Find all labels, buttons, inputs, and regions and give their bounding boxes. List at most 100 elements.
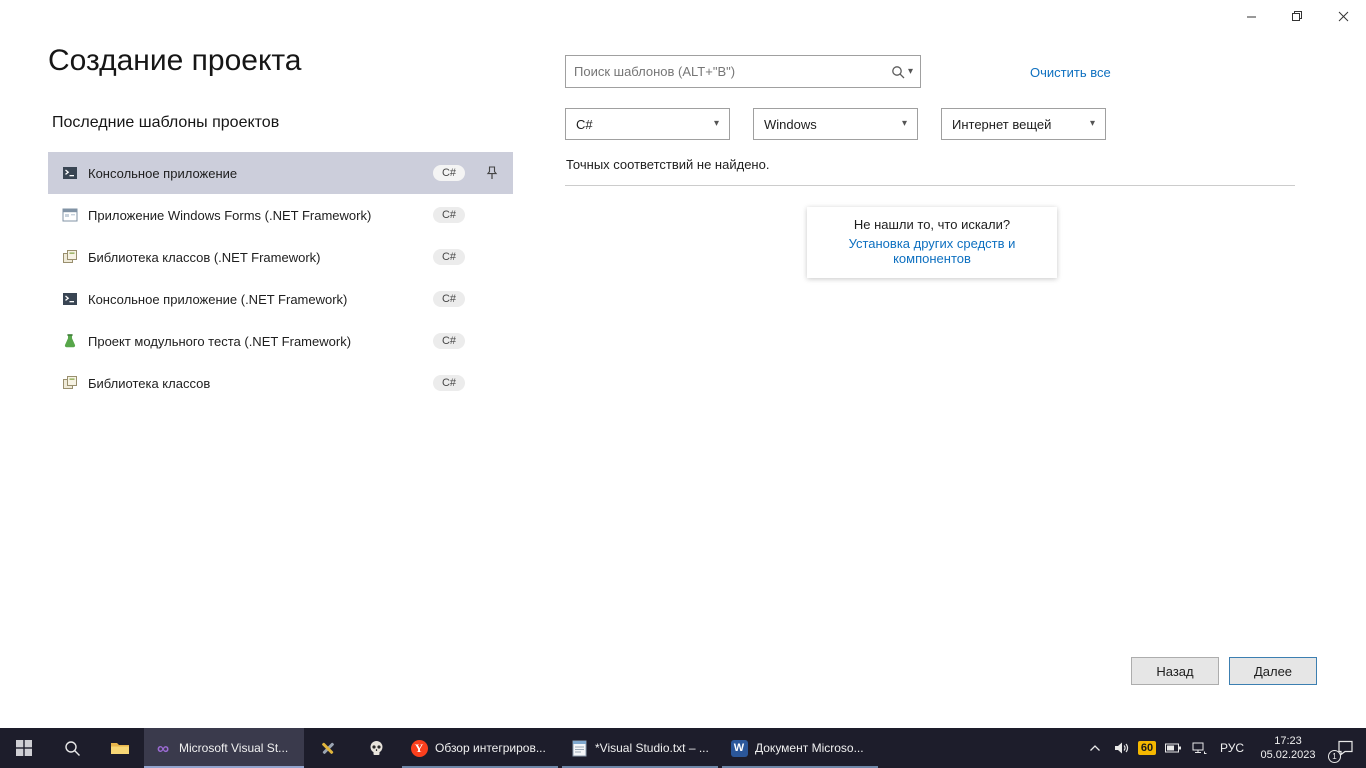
close-icon [1338, 11, 1349, 22]
skull-app-button[interactable] [352, 728, 400, 768]
project-type-filter-value: Интернет вещей [952, 117, 1051, 132]
restore-button[interactable] [1274, 0, 1320, 32]
no-match-message: Точных соответствий не найдено. [566, 157, 769, 172]
template-label: Консольное приложение (.NET Framework) [88, 292, 347, 307]
clear-all-link[interactable]: Очистить все [1030, 65, 1111, 80]
clock-date: 05.02.2023 [1252, 748, 1324, 762]
chevron-down-icon: ▾ [714, 119, 719, 129]
language-filter-value: C# [576, 117, 593, 132]
taskbar-app-label: *Visual Studio.txt – ... [595, 741, 710, 755]
tools-app-button[interactable] [304, 728, 352, 768]
yandex-browser-icon: Y [410, 739, 428, 757]
battery-icon [1165, 743, 1181, 753]
language-filter-dropdown[interactable]: C# ▾ [565, 108, 730, 140]
network-icon [1192, 742, 1207, 755]
console-app-icon [62, 291, 78, 307]
template-list: Консольное приложение C# Приложение Wind… [48, 152, 513, 404]
template-label: Библиотека классов [88, 376, 210, 391]
windows-logo-icon [16, 740, 32, 756]
platform-filter-value: Windows [764, 117, 817, 132]
language-badge: C# [433, 291, 465, 307]
battery-button[interactable] [1160, 728, 1186, 768]
template-search-box[interactable]: ▾ [565, 55, 921, 88]
battery-percent-value: 60 [1138, 741, 1156, 755]
window-controls [1228, 0, 1366, 32]
taskbar-search-button[interactable] [48, 728, 96, 768]
taskbar-app-word[interactable]: W Документ Microso... [720, 728, 880, 768]
network-button[interactable] [1186, 728, 1212, 768]
folder-icon [110, 740, 130, 756]
class-library-icon [62, 249, 78, 265]
notification-badge: 1 [1328, 750, 1341, 763]
next-button[interactable]: Далее [1229, 657, 1317, 685]
unit-test-icon [62, 333, 78, 349]
recent-templates-pane: Последние шаблоны проектов Консольное пр… [48, 114, 513, 404]
project-type-filter-dropdown[interactable]: Интернет вещей ▾ [941, 108, 1106, 140]
template-row-winforms-app[interactable]: Приложение Windows Forms (.NET Framework… [48, 194, 513, 236]
system-tray: 60 РУС 17:23 05.02.2023 1 [1082, 728, 1366, 768]
platform-filter-dropdown[interactable]: Windows ▾ [753, 108, 918, 140]
language-badge: C# [433, 165, 465, 181]
results-divider [565, 185, 1295, 186]
search-icon [64, 740, 81, 757]
language-badge: C# [433, 333, 465, 349]
template-row-class-library[interactable]: Библиотека классов C# [48, 362, 513, 404]
template-label: Проект модульного теста (.NET Framework) [88, 334, 351, 349]
chevron-down-icon: ▾ [1090, 119, 1095, 129]
battery-percent-badge[interactable]: 60 [1134, 728, 1160, 768]
install-tools-link[interactable]: Установка других средств и компонентов [815, 236, 1049, 266]
taskbar-app-yandex-browser[interactable]: Y Обзор интегриров... [400, 728, 560, 768]
template-label: Консольное приложение [88, 166, 237, 181]
template-row-unit-test-netfw[interactable]: Проект модульного теста (.NET Framework)… [48, 320, 513, 362]
console-app-icon [62, 165, 78, 181]
language-badge: C# [433, 207, 465, 223]
template-label: Библиотека классов (.NET Framework) [88, 250, 321, 265]
taskbar-app-label: Microsoft Visual St... [179, 741, 294, 755]
tools-icon [319, 739, 337, 757]
screen: Создание проекта Последние шаблоны проек… [0, 0, 1366, 768]
taskbar-app-notepad[interactable]: *Visual Studio.txt – ... [560, 728, 720, 768]
language-indicator[interactable]: РУС [1212, 741, 1252, 755]
restore-icon [1291, 10, 1303, 22]
template-row-class-library-netfw[interactable]: Библиотека классов (.NET Framework) C# [48, 236, 513, 278]
action-center-button[interactable]: 1 [1324, 728, 1366, 768]
notepad-icon [570, 739, 588, 757]
language-badge: C# [433, 249, 465, 265]
tray-overflow-button[interactable] [1082, 728, 1108, 768]
minimize-button[interactable] [1228, 0, 1274, 32]
speaker-icon [1114, 741, 1129, 755]
start-button[interactable] [0, 728, 48, 768]
back-button[interactable]: Назад [1131, 657, 1219, 685]
clock-time: 17:23 [1252, 734, 1324, 748]
template-label: Приложение Windows Forms (.NET Framework… [88, 208, 371, 223]
winforms-icon [62, 207, 78, 223]
search-icon-group[interactable]: ▾ [891, 65, 920, 79]
language-badge: C# [433, 375, 465, 391]
search-input[interactable] [566, 56, 891, 87]
taskbar-app-visual-studio[interactable]: ∞ Microsoft Visual St... [144, 728, 304, 768]
file-explorer-button[interactable] [96, 728, 144, 768]
search-icon [891, 65, 905, 79]
not-found-question: Не нашли то, что искали? [815, 217, 1049, 232]
minimize-icon [1246, 11, 1257, 22]
taskbar-app-label: Документ Microso... [755, 741, 870, 755]
chevron-down-icon: ▾ [908, 67, 913, 77]
word-icon: W [730, 739, 748, 757]
taskbar: ∞ Microsoft Visual St... Y Обзор интегри… [0, 728, 1366, 768]
pin-icon [486, 166, 498, 180]
chevron-down-icon: ▾ [902, 119, 907, 129]
create-project-window: Создание проекта Последние шаблоны проек… [0, 0, 1366, 728]
template-row-console-app-netfw[interactable]: Консольное приложение (.NET Framework) C… [48, 278, 513, 320]
recent-templates-heading: Последние шаблоны проектов [52, 114, 513, 132]
skull-icon [368, 740, 385, 757]
taskbar-app-label: Обзор интегриров... [435, 741, 550, 755]
close-button[interactable] [1320, 0, 1366, 32]
not-found-card: Не нашли то, что искали? Установка други… [807, 207, 1057, 278]
page-title: Создание проекта [48, 44, 302, 78]
pin-button[interactable] [475, 166, 509, 180]
clock[interactable]: 17:23 05.02.2023 [1252, 734, 1324, 763]
template-row-console-app[interactable]: Консольное приложение C# [48, 152, 513, 194]
class-library-icon [62, 375, 78, 391]
wizard-footer: Назад Далее [1131, 657, 1317, 685]
volume-button[interactable] [1108, 728, 1134, 768]
